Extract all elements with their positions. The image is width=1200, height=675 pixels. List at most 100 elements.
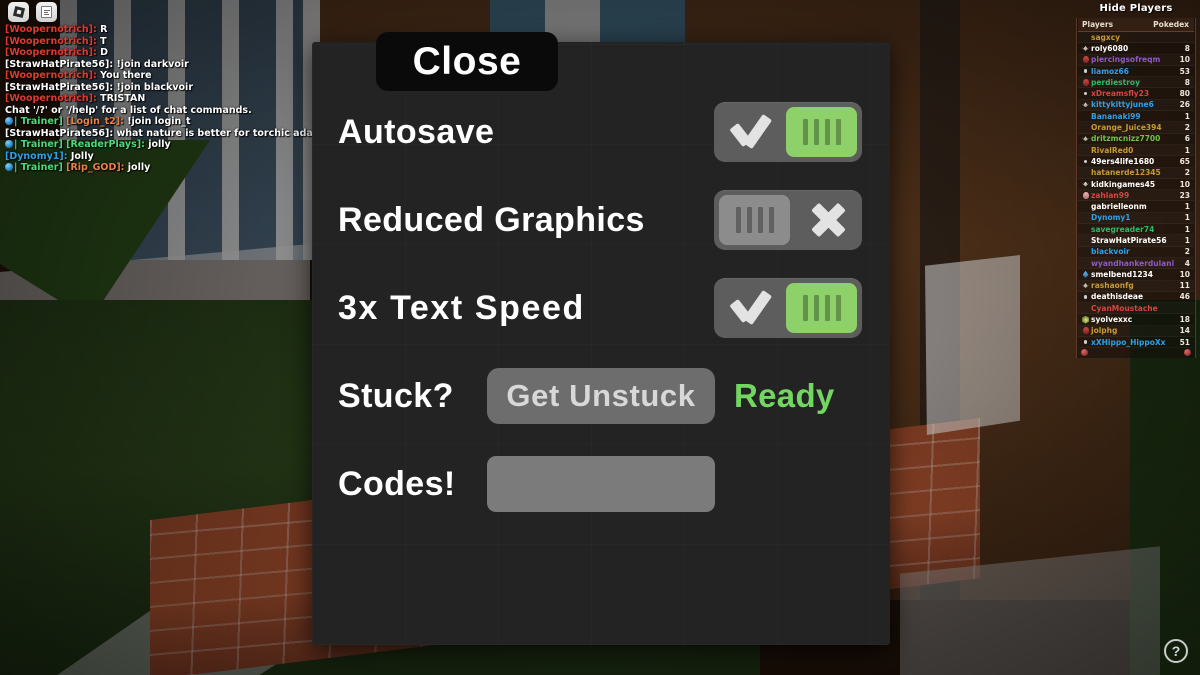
player-pokedex-count: 10 [1179,179,1190,189]
reduced-graphics-toggle[interactable] [714,190,862,250]
setting-row-autosave: Autosave [312,88,890,176]
player-name: kidkingames45 [1091,179,1156,189]
gem-badge-icon [1082,315,1089,324]
chat-segment: [Woopernotrich]: [5,35,97,47]
player-badge-slot [1081,91,1090,96]
get-unstuck-button[interactable]: Get Unstuck [487,368,715,424]
player-list-row[interactable]: jolphg 14 [1078,326,1194,338]
player-name: dritzmcnizz7700 [1091,134,1161,144]
player-name: RivalRed0 [1091,145,1134,155]
player-pokedex-count: 8 [1184,77,1190,87]
player-list-row[interactable]: liamoz66 53 [1078,66,1194,78]
player-badge-slot [1081,45,1090,51]
player-pokedex-count: 23 [1179,190,1190,200]
wing-badge-icon [1081,283,1090,289]
player-pokedex-count: 18 [1179,315,1190,325]
player-list-panel: Hide Players Players Pokedex sagxcy roly6… [1072,0,1200,359]
player-list-row[interactable]: Bananaki99 1 [1078,111,1194,123]
roblox-menu-button[interactable] [8,2,29,22]
player-list-row[interactable]: syolvexxc 18 [1078,314,1194,326]
chat-segment: !join login_t [123,116,191,127]
chat-segment: | Trainer] [14,116,63,127]
player-list-row[interactable]: Dynomy1 1 [1078,213,1194,225]
chat-segment: | Trainer] [14,139,63,150]
close-x-icon [808,200,848,240]
player-list-row[interactable]: sagxcy [1078,32,1194,44]
player-list-row[interactable]: CyanMoustache [1078,303,1194,315]
player-pokedex-count: 65 [1179,156,1190,166]
toggle-knob [786,107,857,157]
chat-segment: jolly [144,139,171,150]
player-badge-slot [1081,283,1090,289]
text-speed-toggle[interactable] [714,278,862,338]
help-button[interactable]: ? [1164,639,1188,663]
setting-label-codes: Codes! [338,464,456,503]
player-list-row[interactable]: xDreamsfly23 80 [1078,88,1194,100]
player-list-row[interactable]: hatanerde12345 2 [1078,168,1194,179]
player-pokedex-count: 1 [1184,213,1190,223]
chat-segment: [StrawHatPirate56]: [5,127,114,139]
player-badge-slot [1081,159,1090,164]
player-name: piercingsofreqm [1091,55,1161,65]
player-name: zahlan99 [1091,190,1130,200]
player-pokedex-count: 10 [1179,55,1190,65]
player-list-row[interactable]: kittykittyjune6 26 [1078,100,1194,112]
player-list-row[interactable]: savegreader74 1 [1078,224,1194,236]
player-badge-slot [1081,295,1090,299]
player-list-row[interactable]: kidkingames45 10 [1078,179,1194,191]
player-list-row[interactable]: piercingsofreqm 10 [1078,55,1194,66]
chat-segment: !join darkvoir [113,58,189,70]
chat-icon [41,6,52,18]
player-pokedex-count: 6 [1184,134,1190,144]
player-list-col-score: Pokedex [1153,20,1189,29]
player-list-row[interactable]: perdiestroy 8 [1078,77,1194,89]
player-list-row[interactable]: RivalRed0 1 [1078,145,1194,157]
chat-segment: T [96,35,107,47]
player-list-row[interactable]: gabrielleonm 1 [1078,201,1194,213]
player-name: gabrielleonm [1091,202,1147,212]
chat-segment: [Woopernotrich]: [5,70,97,81]
player-pokedex-count: 1 [1184,202,1190,212]
autosave-toggle[interactable] [714,102,862,162]
settings-dialog: Autosave Reduced Graphics 3x Text Speed … [312,42,890,645]
dot-badge-icon [1083,159,1088,164]
codes-input[interactable] [487,456,715,512]
player-badge-slot [1081,136,1090,142]
hide-players-button[interactable]: Hide Players [1072,0,1200,18]
player-list-row[interactable]: smelbend1234 10 [1078,269,1194,281]
player-list-row[interactable]: blackvoir 2 [1078,247,1194,258]
wing-badge-icon [1081,102,1090,108]
player-list-row[interactable]: dritzmcnizz7700 6 [1078,134,1194,145]
chat-tag-icon [5,140,13,148]
setting-row-reduced-graphics: Reduced Graphics [312,176,890,264]
wing-badge-icon [1081,181,1090,187]
player-list-row[interactable]: rashaonfg 11 [1078,281,1194,292]
player-list-header: Players Pokedex [1078,18,1194,32]
player-name: Bananaki99 [1091,111,1141,121]
player-list-row[interactable]: zahlan99 23 [1078,190,1194,202]
player-list-row[interactable]: roly6080 8 [1078,43,1194,55]
toggle-knob [786,283,857,333]
player-list-row[interactable]: wyandhankerdulani 4 [1078,258,1194,270]
dot-badge-icon [1083,91,1088,96]
player-list-row[interactable]: deathisdeae 46 [1078,292,1194,304]
chat-segment: [ReaderPlays]: [62,139,145,150]
player-name: xDreamsfly23 [1091,89,1150,99]
player-badge-slot [1081,102,1090,108]
settings-rows: Autosave Reduced Graphics 3x Text Speed … [312,88,890,528]
chat-segment: [Woopernotrich]: [5,47,97,58]
chat-toggle-button[interactable] [36,2,57,22]
red-badge-icon [1082,327,1089,335]
player-name: liamoz66 [1091,66,1129,76]
player-list-row[interactable]: xXHippo_HippoXx 51 [1078,337,1194,349]
player-name: hatanerde12345 [1091,168,1161,178]
scenery-roof-blue-right [600,0,685,45]
close-button[interactable]: Close [376,32,558,91]
player-list-row[interactable]: StrawHatPirate56 1 [1078,235,1194,247]
player-pokedex-count: 26 [1179,100,1190,110]
player-list-row[interactable]: 49ers4life1680 65 [1078,156,1194,168]
setting-row-codes: Codes! [312,440,890,528]
player-list-row[interactable]: Orange_Juice394 2 [1078,122,1194,134]
player-name: sagxcy [1091,32,1121,42]
chat-segment: [Woopernotrich]: [5,24,97,35]
